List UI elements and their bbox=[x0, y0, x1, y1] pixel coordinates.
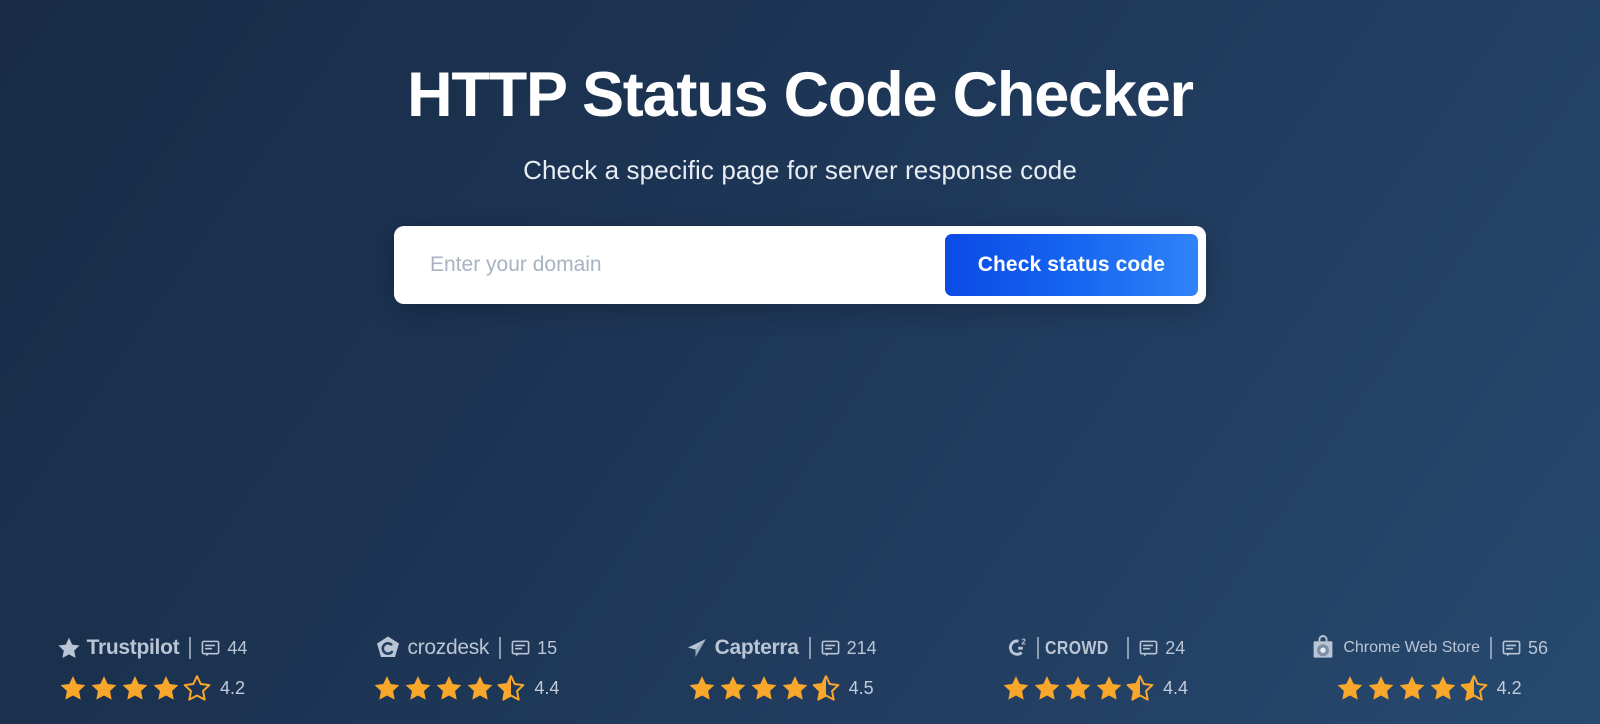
star-filled-icon bbox=[1002, 674, 1030, 702]
star-filled-icon bbox=[781, 674, 809, 702]
brand-label: crozdesk bbox=[407, 636, 490, 659]
brand-label: Trustpilot bbox=[86, 636, 180, 659]
count-value: 214 bbox=[846, 637, 877, 658]
trustpilot-logo: Trustpilot bbox=[57, 636, 180, 660]
star-filled-icon bbox=[1064, 674, 1092, 702]
review-badge-g2crowd[interactable]: 2 CROWD 24 4.4 bbox=[995, 633, 1195, 702]
star-filled-icon bbox=[688, 674, 716, 702]
star-filled-icon bbox=[435, 674, 463, 702]
badge-header: Capterra 214 bbox=[685, 633, 877, 663]
star-filled-icon bbox=[1367, 674, 1395, 702]
star-icon bbox=[57, 636, 81, 660]
check-status-code-button[interactable]: Check status code bbox=[944, 233, 1198, 296]
star-filled-icon bbox=[1336, 674, 1364, 702]
review-badge-crozdesk[interactable]: crozdesk 15 4.4 bbox=[366, 633, 566, 702]
review-badges-row: Trustpilot 44 4.2 crozdesk 15 4.4 Capter… bbox=[0, 633, 1600, 702]
star-filled-icon bbox=[152, 674, 180, 702]
page-root: HTTP Status Code Checker Check a specifi… bbox=[0, 0, 1600, 724]
badge-divider bbox=[189, 637, 192, 659]
reviews-count: 56 bbox=[1502, 638, 1548, 659]
g2-inner-divider bbox=[1036, 637, 1039, 659]
rating-value: 4.4 bbox=[1162, 677, 1188, 698]
reviews-count: 24 bbox=[1139, 638, 1185, 659]
star-filled-icon bbox=[59, 674, 87, 702]
comment-icon bbox=[821, 639, 840, 658]
badge-divider bbox=[1489, 637, 1492, 659]
star-half-icon bbox=[812, 674, 840, 702]
star-filled-icon bbox=[1429, 674, 1457, 702]
review-badge-capterra[interactable]: Capterra 214 4.5 bbox=[681, 633, 881, 702]
page-title: HTTP Status Code Checker bbox=[407, 60, 1194, 130]
star-filled-icon bbox=[719, 674, 747, 702]
star-filled-icon bbox=[373, 674, 401, 702]
g2crowd-logo: 2 CROWD bbox=[1005, 636, 1118, 660]
star-rating: 4.2 bbox=[1336, 674, 1522, 702]
search-section: Check status code bbox=[394, 225, 1206, 304]
star-half-icon bbox=[1126, 674, 1154, 702]
star-filled-icon bbox=[466, 674, 494, 702]
badge-header: Chrome Web Store 56 bbox=[1309, 633, 1548, 663]
count-value: 56 bbox=[1527, 637, 1548, 658]
star-rating: 4.5 bbox=[688, 674, 874, 702]
rating-value: 4.2 bbox=[1496, 677, 1522, 698]
capterra-logo: Capterra bbox=[685, 636, 799, 660]
chrome-web-store-logo: Chrome Web Store bbox=[1309, 634, 1480, 662]
comment-icon bbox=[511, 639, 530, 658]
star-filled-icon bbox=[1398, 674, 1426, 702]
badge-divider bbox=[808, 637, 811, 659]
rating-value: 4.2 bbox=[219, 677, 246, 698]
star-filled-icon bbox=[750, 674, 778, 702]
search-bar: Check status code bbox=[394, 225, 1206, 304]
star-filled-icon bbox=[1033, 674, 1061, 702]
review-badge-trustpilot[interactable]: Trustpilot 44 4.2 bbox=[52, 633, 252, 702]
badge-header: Trustpilot 44 bbox=[57, 633, 247, 663]
svg-text:2: 2 bbox=[1021, 637, 1026, 646]
reviews-count: 15 bbox=[511, 638, 557, 659]
star-filled-icon bbox=[90, 674, 118, 702]
rating-value: 4.4 bbox=[534, 677, 560, 698]
badge-header: crozdesk 15 bbox=[375, 633, 557, 663]
star-half-icon bbox=[497, 674, 525, 702]
hero-section: HTTP Status Code Checker Check a specifi… bbox=[0, 0, 1600, 186]
rating-value: 4.5 bbox=[848, 677, 874, 698]
count-value: 15 bbox=[537, 637, 558, 658]
count-value: 44 bbox=[227, 637, 248, 658]
crozdesk-logo: crozdesk bbox=[375, 635, 489, 661]
comment-icon bbox=[1502, 639, 1521, 658]
brand-label: Chrome Web Store bbox=[1343, 639, 1480, 656]
domain-input[interactable] bbox=[402, 233, 945, 296]
review-badge-chrome-web-store[interactable]: Chrome Web Store 56 4.2 bbox=[1309, 633, 1548, 702]
brand-label: Capterra bbox=[714, 636, 799, 659]
badge-divider bbox=[1127, 637, 1130, 659]
star-half-icon bbox=[1460, 674, 1488, 702]
count-value: 24 bbox=[1165, 637, 1186, 658]
reviews-count: 44 bbox=[201, 638, 247, 659]
star-filled-icon bbox=[1095, 674, 1123, 702]
brand-label: CROWD bbox=[1044, 637, 1109, 658]
reviews-count: 214 bbox=[821, 638, 877, 659]
crozdesk-pentagon-icon bbox=[375, 635, 401, 661]
badge-header: 2 CROWD 24 bbox=[1005, 633, 1185, 663]
star-filled-icon bbox=[404, 674, 432, 702]
star-rating: 4.2 bbox=[59, 674, 245, 702]
chrome-web-store-bag-icon bbox=[1309, 634, 1337, 662]
g2-logo-icon: 2 bbox=[1005, 636, 1031, 660]
paper-plane-icon bbox=[685, 636, 709, 660]
badge-divider bbox=[499, 637, 502, 659]
star-rating: 4.4 bbox=[1002, 674, 1188, 702]
star-empty-icon bbox=[183, 674, 211, 702]
star-rating: 4.4 bbox=[373, 674, 559, 702]
comment-icon bbox=[1139, 639, 1158, 658]
comment-icon bbox=[201, 639, 220, 658]
star-filled-icon bbox=[121, 674, 149, 702]
page-subtitle: Check a specific page for server respons… bbox=[523, 154, 1077, 185]
